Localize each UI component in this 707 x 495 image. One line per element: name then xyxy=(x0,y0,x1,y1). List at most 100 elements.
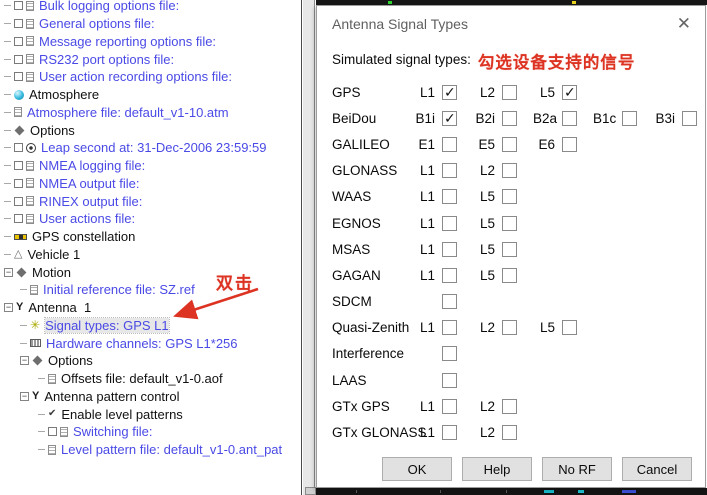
signal-checkbox[interactable] xyxy=(442,373,457,388)
signal-checkbox[interactable] xyxy=(502,399,517,414)
tree-item[interactable]: Offsets file: default_v1-0.aof xyxy=(0,370,301,388)
signal-checkbox[interactable] xyxy=(562,137,577,152)
file-icon xyxy=(26,161,34,171)
collapse-expander-icon[interactable]: − xyxy=(4,303,13,312)
signal-checkbox-checked[interactable] xyxy=(442,85,457,100)
tree-checkbox[interactable] xyxy=(14,197,23,206)
signal-checkbox[interactable] xyxy=(562,320,577,335)
diamond-icon xyxy=(33,356,43,366)
tree-checkbox[interactable] xyxy=(48,427,57,436)
signal-checkbox[interactable] xyxy=(562,111,577,126)
signal-checkbox[interactable] xyxy=(442,242,457,257)
tree-item[interactable]: NMEA logging file: xyxy=(0,157,301,175)
tree-item[interactable]: GPS constellation xyxy=(0,228,301,246)
tree-item-label: General options file: xyxy=(39,16,155,31)
tree-checkbox[interactable] xyxy=(14,19,23,28)
ok-button[interactable]: OK xyxy=(382,457,452,481)
tree-connector xyxy=(4,5,11,6)
signal-checkbox[interactable] xyxy=(442,137,457,152)
dialog-title: Antenna Signal Types xyxy=(332,16,468,32)
signal-checkbox[interactable] xyxy=(442,163,457,178)
cancel-button[interactable]: Cancel xyxy=(622,457,692,481)
circle-icon xyxy=(14,90,24,100)
signal-band-label: L2 xyxy=(473,425,495,440)
tree-item[interactable]: Options xyxy=(0,121,301,139)
signal-checkbox[interactable] xyxy=(502,137,517,152)
tree-item[interactable]: ✳Signal types: GPS L1 xyxy=(0,317,301,335)
help-button[interactable]: Help xyxy=(462,457,532,481)
tree-checkbox[interactable] xyxy=(14,37,23,46)
collapse-expander-icon[interactable]: − xyxy=(4,268,13,277)
signal-checkbox[interactable] xyxy=(502,85,517,100)
file-icon xyxy=(48,445,56,455)
tree-item[interactable]: General options file: xyxy=(0,15,301,33)
signal-system-label: GPS xyxy=(332,85,413,100)
signal-checkbox[interactable] xyxy=(622,111,637,126)
signal-checkbox[interactable] xyxy=(442,268,457,283)
signal-band-label: B3i xyxy=(653,111,675,126)
tree-item[interactable]: Switching file: xyxy=(0,423,301,441)
signal-checkbox[interactable] xyxy=(442,425,457,440)
tree-item[interactable]: RINEX output file: xyxy=(0,192,301,210)
signal-checkbox[interactable] xyxy=(442,294,457,309)
tree-item[interactable]: △Vehicle 1 xyxy=(0,246,301,264)
tree-item[interactable]: Atmosphere xyxy=(0,86,301,104)
tree-checkbox[interactable] xyxy=(14,161,23,170)
tree-checkbox[interactable] xyxy=(14,72,23,81)
signal-checkbox[interactable] xyxy=(442,320,457,335)
tree-item[interactable]: −Options xyxy=(0,352,301,370)
tree-item[interactable]: User actions file: xyxy=(0,210,301,228)
signal-checkbox[interactable] xyxy=(502,111,517,126)
signal-row: GLONASSL1L2 xyxy=(317,158,705,184)
signal-checkbox[interactable] xyxy=(502,216,517,231)
signal-checkbox[interactable] xyxy=(502,268,517,283)
tree-checkbox[interactable] xyxy=(14,55,23,64)
close-icon[interactable]: ✕ xyxy=(677,15,691,32)
signal-checkbox[interactable] xyxy=(502,242,517,257)
signal-cell: L1 xyxy=(413,163,473,178)
tree-checkbox[interactable] xyxy=(14,143,23,152)
tree-item-label: RINEX output file: xyxy=(39,194,142,209)
signal-system-label: BeiDou xyxy=(332,111,413,126)
file-icon xyxy=(26,214,34,224)
signal-checkbox-checked[interactable] xyxy=(562,85,577,100)
signal-checkbox[interactable] xyxy=(502,189,517,204)
signal-checkbox[interactable] xyxy=(442,189,457,204)
signal-band-label: L1 xyxy=(413,242,435,257)
signal-cell: L5 xyxy=(473,216,533,231)
no-rf-button[interactable]: No RF xyxy=(542,457,612,481)
tree-item[interactable]: RS232 port options file: xyxy=(0,50,301,68)
tree-scrollbar[interactable] xyxy=(303,0,315,495)
tree-item[interactable]: User action recording options file: xyxy=(0,68,301,86)
collapse-expander-icon[interactable]: − xyxy=(20,356,29,365)
tree-item-label: User action recording options file: xyxy=(39,69,232,84)
tree-item[interactable]: Bulk logging options file: xyxy=(0,0,301,15)
signal-checkbox[interactable] xyxy=(442,216,457,231)
signal-checkbox[interactable] xyxy=(502,320,517,335)
tree-checkbox[interactable] xyxy=(14,179,23,188)
tree-item[interactable]: ✔Enable level patterns xyxy=(0,405,301,423)
signal-checkbox[interactable] xyxy=(502,425,517,440)
signal-checkbox[interactable] xyxy=(442,346,457,361)
tree-item[interactable]: NMEA output file: xyxy=(0,175,301,193)
tree-checkbox[interactable] xyxy=(14,1,23,10)
tree-checkbox[interactable] xyxy=(14,214,23,223)
signal-checkbox[interactable] xyxy=(502,163,517,178)
tree-item[interactable]: Initial reference file: SZ.ref xyxy=(0,281,301,299)
signal-checkbox[interactable] xyxy=(442,399,457,414)
tree-connector xyxy=(20,343,27,344)
signal-checkbox-checked[interactable] xyxy=(442,111,457,126)
tree-item[interactable]: Level pattern file: default_v1-0.ant_pat xyxy=(0,441,301,459)
tree-item[interactable]: Message reporting options file: xyxy=(0,33,301,51)
tree-item[interactable]: Hardware channels: GPS L1*256 xyxy=(0,334,301,352)
tree-item[interactable]: Leap second at: 31-Dec-2006 23:59:59 xyxy=(0,139,301,157)
tree-connector xyxy=(4,76,11,77)
dialog-titlebar[interactable]: Antenna Signal Types ✕ xyxy=(317,6,705,32)
tree-item[interactable]: −Motion xyxy=(0,263,301,281)
tree-item[interactable]: −YAntenna pattern control xyxy=(0,388,301,406)
signal-checkbox[interactable] xyxy=(682,111,697,126)
tree-item[interactable]: Atmosphere file: default_v1-10.atm xyxy=(0,104,301,122)
collapse-expander-icon[interactable]: − xyxy=(20,392,29,401)
file-icon xyxy=(26,196,34,206)
tree-item[interactable]: −YAntenna 1 xyxy=(0,299,301,317)
